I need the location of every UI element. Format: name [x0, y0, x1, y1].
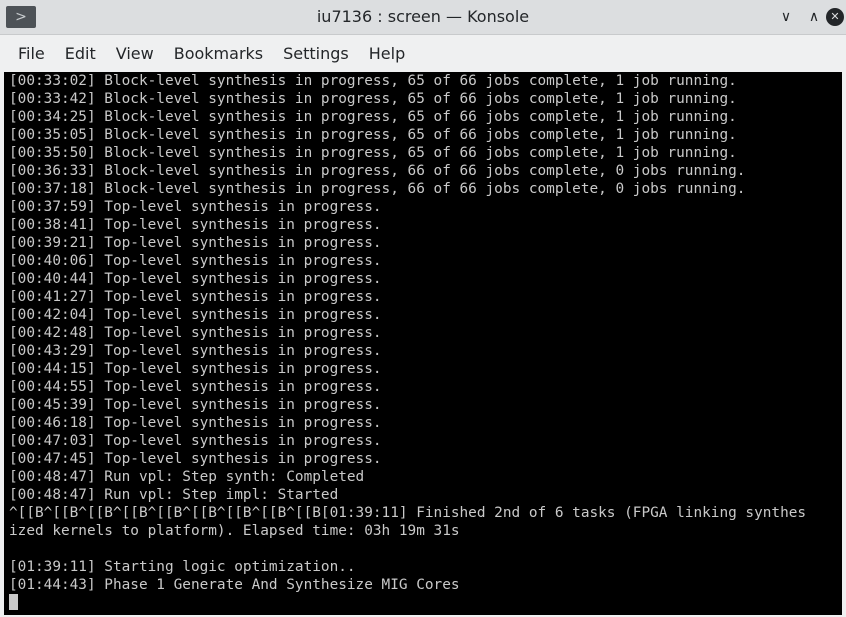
menu-bookmarks[interactable]: Bookmarks [164, 35, 273, 73]
terminal-line: [00:47:03] Top-level synthesis in progre… [9, 433, 382, 449]
konsole-window: > iu7136 : screen — Konsole ∨ ∧ ✕ File E… [0, 0, 846, 617]
title-bar[interactable]: > iu7136 : screen — Konsole ∨ ∧ ✕ [0, 0, 846, 35]
terminal-line: [00:43:29] Top-level synthesis in progre… [9, 343, 382, 359]
menu-bar: File Edit View Bookmarks Settings Help [0, 35, 846, 73]
terminal-line: [01:44:43] Phase 1 Generate And Synthesi… [9, 577, 460, 593]
close-icon[interactable]: ✕ [826, 8, 844, 26]
maximize-icon[interactable]: ∧ [802, 5, 826, 29]
terminal-line: [00:48:47] Run vpl: Step synth: Complete… [9, 469, 365, 485]
terminal-line: [00:37:59] Top-level synthesis in progre… [9, 199, 382, 215]
menu-file[interactable]: File [8, 35, 55, 73]
menu-edit[interactable]: Edit [55, 35, 106, 73]
terminal-line: [00:42:04] Top-level synthesis in progre… [9, 307, 382, 323]
terminal-line: [00:34:25] Block-level synthesis in prog… [9, 109, 737, 125]
terminal-output: [00:33:02] Block-level synthesis in prog… [4, 72, 842, 612]
menu-view[interactable]: View [106, 35, 164, 73]
terminal-line: ized kernels to platform). Elapsed time:… [9, 523, 460, 539]
terminal-line: [00:39:21] Top-level synthesis in progre… [9, 235, 382, 251]
terminal-line: [00:40:06] Top-level synthesis in progre… [9, 253, 382, 269]
cursor [9, 594, 18, 610]
terminal-view[interactable]: [00:33:02] Block-level synthesis in prog… [4, 72, 842, 615]
terminal-line: [00:47:45] Top-level synthesis in progre… [9, 451, 382, 467]
terminal-line: [00:36:33] Block-level synthesis in prog… [9, 163, 746, 179]
menu-help[interactable]: Help [359, 35, 415, 73]
terminal-line: [00:42:48] Top-level synthesis in progre… [9, 325, 382, 341]
terminal-line: [00:45:39] Top-level synthesis in progre… [9, 397, 382, 413]
terminal-line: [00:40:44] Top-level synthesis in progre… [9, 271, 382, 287]
terminal-line: [01:39:11] Starting logic optimization.. [9, 559, 356, 575]
terminal-line: [00:48:47] Run vpl: Step impl: Started [9, 487, 339, 503]
terminal-line: [00:35:05] Block-level synthesis in prog… [9, 127, 737, 143]
terminal-line: [00:44:55] Top-level synthesis in progre… [9, 379, 382, 395]
terminal-line: [00:38:41] Top-level synthesis in progre… [9, 217, 382, 233]
prompt-line [9, 594, 842, 612]
terminal-line: ^[[B^[[B^[[B^[[B^[[B^[[B^[[B^[[B^[[B[01:… [9, 505, 807, 521]
window-title: iu7136 : screen — Konsole [316, 7, 530, 26]
minimize-icon[interactable]: ∨ [774, 5, 798, 29]
terminal-line: [00:44:15] Top-level synthesis in progre… [9, 361, 382, 377]
terminal-line: [00:35:50] Block-level synthesis in prog… [9, 145, 737, 161]
terminal-line: [00:46:18] Top-level synthesis in progre… [9, 415, 382, 431]
terminal-line: [00:33:42] Block-level synthesis in prog… [9, 91, 737, 107]
terminal-line: [00:41:27] Top-level synthesis in progre… [9, 289, 382, 305]
menu-settings[interactable]: Settings [273, 35, 359, 73]
terminal-line: [00:33:02] Block-level synthesis in prog… [9, 73, 737, 89]
terminal-line: [00:37:18] Block-level synthesis in prog… [9, 181, 746, 197]
